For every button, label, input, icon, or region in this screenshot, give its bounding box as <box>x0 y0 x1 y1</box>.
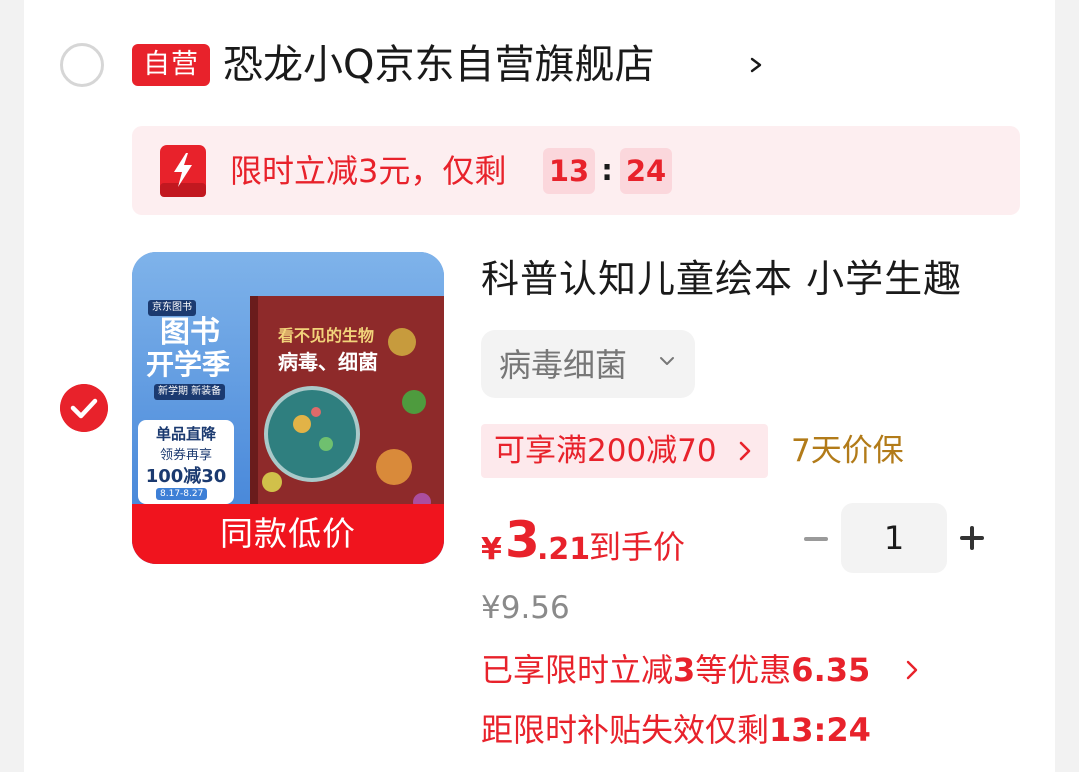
discount-mid: 等优惠 <box>695 651 792 689</box>
product-image[interactable]: 京东图书 图书 开学季 新学期 新装备 单品直降 领券再享 100减30 8.1… <box>132 252 444 564</box>
price-integer: 3 <box>505 511 540 569</box>
discount-detail-link[interactable]: 已享限时立减3等优惠6.35 <box>481 646 870 694</box>
chevron-right-icon[interactable] <box>906 659 918 681</box>
store-name-link[interactable]: 恐龙小Q京东自营旗舰店 <box>223 36 654 94</box>
discount-prefix: 已享限时立减 <box>481 651 674 689</box>
chevron-right-icon <box>739 441 751 461</box>
season-sub: 新学期 新装备 <box>154 384 226 400</box>
deal-date: 8.17-8.27 <box>156 488 208 500</box>
subsidy-time: 13:24 <box>769 711 871 749</box>
deal-amount: 100减30 <box>145 466 227 487</box>
item-checked-icon[interactable] <box>60 384 108 432</box>
book-title-top: 看不见的生物 <box>278 326 375 345</box>
discount-num: 3 <box>673 651 696 689</box>
lightning-bolt-icon <box>160 145 206 197</box>
self-operated-badge: 自营 <box>132 44 210 86</box>
same-low-price-badge: 同款低价 <box>132 504 444 564</box>
quantity-input[interactable]: 1 <box>841 503 947 573</box>
subsidy-prefix: 距限时补贴失效仅剩 <box>481 711 770 749</box>
quantity-increase-icon[interactable] <box>959 525 985 551</box>
price-currency: ¥ <box>481 532 502 567</box>
price-decimal: .21 <box>537 532 591 567</box>
deal-title: 单品直降 <box>155 425 216 443</box>
price-guarantee-label: 7天价保 <box>791 433 904 469</box>
season-line1: 图书 <box>160 315 220 350</box>
book-title-bottom: 病毒、细菌 <box>278 350 378 374</box>
original-price: ¥9.56 <box>481 590 570 626</box>
countdown-seconds: 24 <box>620 148 672 194</box>
quantity-decrease-icon[interactable] <box>804 537 828 541</box>
store-select-radio[interactable] <box>60 43 104 87</box>
final-price-label: 到手价 <box>589 528 686 566</box>
countdown-minutes: 13 <box>543 148 595 194</box>
discount-amount: 6.35 <box>791 651 871 689</box>
subsidy-countdown: 距限时补贴失效仅剩13:24 <box>481 706 871 754</box>
jd-books-label: 京东图书 <box>148 300 196 316</box>
product-title[interactable]: 科普认知儿童绘本 小学生趣 <box>481 252 962 306</box>
deal-sub: 领券再享 <box>159 448 212 463</box>
season-line2: 开学季 <box>146 348 231 381</box>
chevron-down-icon <box>660 357 674 365</box>
variant-label: 病毒细菌 <box>499 346 628 384</box>
coupon-label: 可享满200减70 <box>494 433 717 469</box>
countdown-separator: : <box>601 153 613 187</box>
chevron-right-icon[interactable] <box>748 47 766 83</box>
promo-text: 限时立减3元，仅剩 <box>230 152 507 190</box>
